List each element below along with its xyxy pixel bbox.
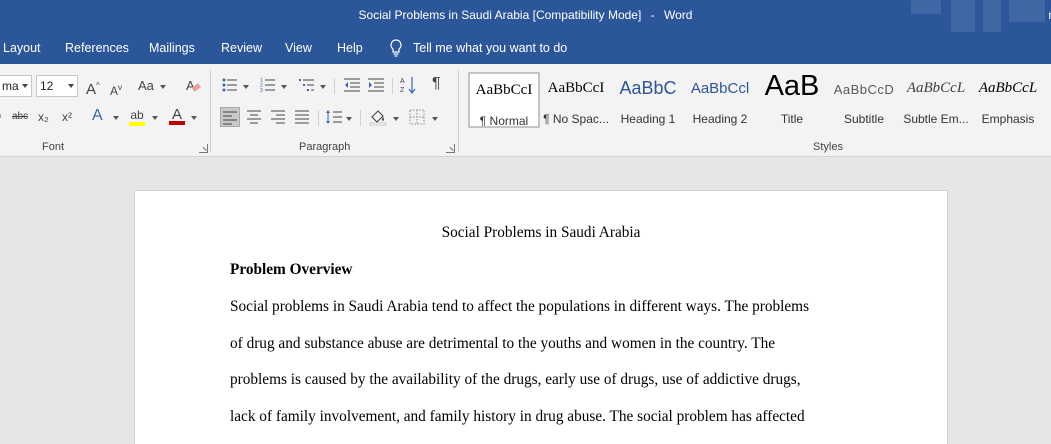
section-heading: Problem Overview: [230, 261, 353, 278]
multilevel-list-icon[interactable]: [299, 77, 315, 93]
svg-text:3: 3: [260, 88, 263, 93]
borders-icon[interactable]: [409, 109, 425, 125]
tell-me-box[interactable]: Tell me what you want to do: [389, 38, 567, 58]
chevron-down-icon: [393, 117, 399, 121]
document-title: Social Problems in Saudi Arabia: [441, 224, 641, 241]
highlight-icon[interactable]: ab: [129, 106, 145, 126]
chevron-down-icon: [191, 116, 197, 120]
chevron-down-icon: [160, 85, 166, 89]
svg-text:A: A: [186, 78, 195, 93]
align-center-icon[interactable]: [246, 109, 262, 125]
subscript-icon[interactable]: x₂: [38, 108, 49, 126]
document-area[interactable]: Social Problems in Saudi Arabia Problem …: [0, 157, 1051, 444]
justify-icon[interactable]: [294, 109, 310, 125]
title-decoration: [891, 0, 1051, 32]
chevron-down-icon: [113, 116, 119, 120]
svg-text:Z: Z: [400, 87, 405, 94]
style-emphasis[interactable]: AaBbCcL Emphasis: [972, 72, 1044, 128]
divider: [392, 78, 393, 94]
clear-formatting-icon[interactable]: A: [185, 77, 201, 93]
font-size-value: 12: [40, 79, 54, 93]
font-name-combo[interactable]: ma: [0, 75, 32, 97]
chevron-down-icon: [320, 85, 326, 89]
align-left-icon[interactable]: [220, 107, 240, 127]
grow-font-icon[interactable]: A^: [86, 77, 100, 99]
title-separator: -: [650, 8, 655, 22]
styles-gallery: AaBbCcI ¶ Normal AaBbCcI ¶ No Spac... Aa…: [466, 70, 1051, 132]
document-page[interactable]: Social Problems in Saudi Arabia Problem …: [134, 190, 948, 444]
numbering-icon[interactable]: 123: [260, 77, 276, 93]
font-name-value: ma: [2, 79, 19, 93]
line-spacing-icon[interactable]: [325, 108, 343, 126]
svg-text:A: A: [400, 78, 405, 85]
style-heading-2[interactable]: AaBbCcl Heading 2: [684, 72, 756, 128]
sort-icon[interactable]: AZ: [400, 76, 416, 94]
increase-indent-icon[interactable]: [368, 77, 384, 93]
chevron-down-icon: [243, 85, 249, 89]
align-right-icon[interactable]: [270, 109, 286, 125]
divider: [318, 110, 319, 126]
tab-review[interactable]: Review: [221, 41, 262, 55]
divider: [334, 78, 335, 94]
ribbon: ma 12 A^ Av Aa A ᵉ abc x₂ x² A ab A Font…: [0, 64, 1051, 157]
style-heading-1[interactable]: AaBbC Heading 1: [612, 72, 684, 128]
tab-layout[interactable]: Layout: [3, 41, 41, 55]
paragraph-dialog-launcher-icon[interactable]: [446, 144, 455, 153]
styles-group-label: Styles: [813, 141, 843, 153]
chevron-down-icon: [281, 85, 287, 89]
shrink-font-icon[interactable]: Av: [110, 79, 122, 100]
group-divider: [210, 70, 211, 152]
strikethrough-icon[interactable]: abc: [12, 108, 28, 126]
style-subtitle[interactable]: AaBbCcD Subtitle: [828, 72, 900, 128]
chevron-down-icon: [432, 117, 438, 121]
body-line: lack of family involvement, and family h…: [230, 408, 805, 425]
paragraph-group-label: Paragraph: [299, 141, 351, 153]
tab-view[interactable]: View: [285, 41, 312, 55]
font-group-label: Font: [42, 141, 65, 153]
style-title[interactable]: AaB Title: [756, 72, 828, 128]
tab-mailings[interactable]: Mailings: [149, 41, 195, 55]
body-line: Social problems in Saudi Arabia tend to …: [230, 298, 810, 315]
tab-references[interactable]: References: [65, 41, 129, 55]
chevron-down-icon: [346, 117, 352, 121]
body-line: of drug and substance abuse are detrimen…: [230, 335, 776, 352]
style-normal[interactable]: AaBbCcI ¶ Normal: [468, 72, 540, 128]
font-size-combo[interactable]: 12: [36, 75, 78, 97]
bold-icon[interactable]: ᵉ: [0, 108, 1, 126]
decrease-indent-icon[interactable]: [344, 77, 360, 93]
text-effects-icon[interactable]: A: [92, 107, 103, 125]
document-title: Social Problems in Saudi Arabia [Compati…: [358, 8, 642, 22]
lightbulb-icon: [389, 39, 403, 57]
superscript-icon[interactable]: x²: [62, 108, 72, 126]
pilcrow-icon[interactable]: ¶: [432, 75, 441, 93]
chevron-down-icon: [152, 116, 158, 120]
ribbon-tabs: Layout References Mailings Review View H…: [0, 32, 1051, 64]
style-subtle-emphasis[interactable]: AaBbCcL Subtle Em...: [900, 72, 972, 128]
divider: [360, 110, 361, 126]
change-case-icon[interactable]: Aa: [138, 77, 154, 95]
body-line: problems is caused by the availability o…: [230, 371, 801, 388]
chevron-down-icon: [68, 84, 74, 88]
style-no-spacing[interactable]: AaBbCcI ¶ No Spac...: [540, 72, 612, 128]
shading-icon[interactable]: [369, 108, 387, 126]
title-bar: Social Problems in Saudi Arabia [Compati…: [0, 0, 1051, 32]
chevron-down-icon: [22, 84, 28, 88]
group-divider: [458, 70, 459, 152]
font-dialog-launcher-icon[interactable]: [199, 144, 208, 153]
tell-me-text: Tell me what you want to do: [413, 41, 568, 55]
app-name: Word: [664, 8, 693, 22]
font-color-icon[interactable]: A: [169, 106, 185, 125]
tab-help[interactable]: Help: [337, 41, 363, 55]
bullets-icon[interactable]: [222, 77, 238, 93]
